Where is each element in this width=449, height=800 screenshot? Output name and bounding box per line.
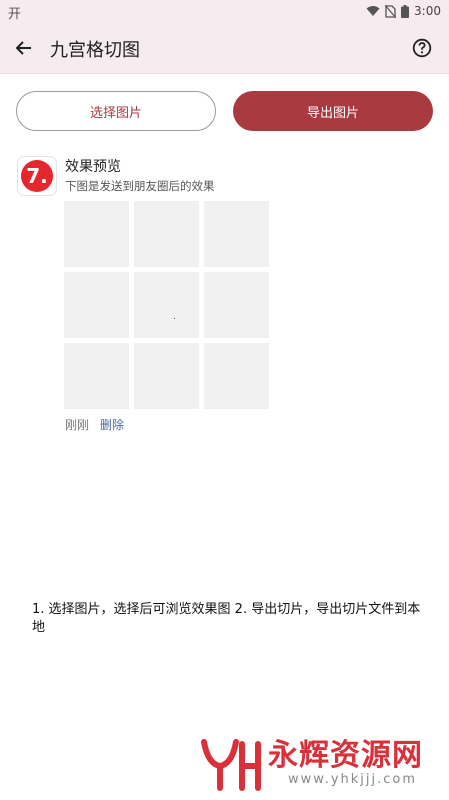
help-circle-icon xyxy=(412,38,432,58)
status-bar: 开 3:00 xyxy=(0,0,449,22)
battery-icon xyxy=(401,4,410,18)
preview-title: 效果预览 xyxy=(65,159,121,175)
app-bar: 九宫格切图 xyxy=(0,22,449,74)
instructions-text: 1. 选择图片，选择后可浏览效果图 2. 导出切片，导出切片文件到本地 xyxy=(32,602,421,635)
help-button[interactable] xyxy=(409,35,435,61)
watermark: 永辉资源网 www.yhkjjj.com xyxy=(198,736,423,792)
select-image-button[interactable]: 选择图片 xyxy=(16,91,216,131)
grid-cell-3[interactable] xyxy=(204,201,269,267)
logo-icon: 7. xyxy=(21,160,53,192)
watermark-text: 永辉资源网 xyxy=(268,738,423,773)
notification-icon: 开 xyxy=(8,7,22,22)
grid-cell-6[interactable] xyxy=(204,272,269,338)
grid-cell-9[interactable] xyxy=(204,343,269,409)
grid-cell-7[interactable] xyxy=(64,343,129,409)
no-sim-icon xyxy=(385,4,397,18)
post-time: 刚刚 xyxy=(65,418,90,432)
export-image-button[interactable]: 导出图片 xyxy=(233,91,433,131)
delete-link[interactable]: 删除 xyxy=(100,416,124,433)
watermark-logo xyxy=(201,739,261,791)
back-button[interactable] xyxy=(10,34,38,62)
grid-cell-1[interactable] xyxy=(64,201,129,267)
logo-text: 7. xyxy=(26,164,48,188)
center-dot xyxy=(174,318,175,319)
page-title: 九宫格切图 xyxy=(50,40,140,61)
arrow-back-icon xyxy=(15,41,31,55)
wifi-icon xyxy=(366,6,380,16)
grid-cell-2[interactable] xyxy=(134,201,199,267)
grid-cell-4[interactable] xyxy=(64,272,129,338)
grid-cell-5[interactable] xyxy=(134,272,199,338)
grid-cell-8[interactable] xyxy=(134,343,199,409)
nine-grid-preview xyxy=(64,201,269,409)
status-icons: 3:00 xyxy=(366,2,441,20)
status-time: 3:00 xyxy=(414,4,441,18)
preview-subtitle: 下图是发送到朋友圈后的效果 xyxy=(65,179,215,193)
watermark-url: www.yhkjjj.com xyxy=(288,772,418,787)
app-logo: 7. xyxy=(17,156,57,196)
